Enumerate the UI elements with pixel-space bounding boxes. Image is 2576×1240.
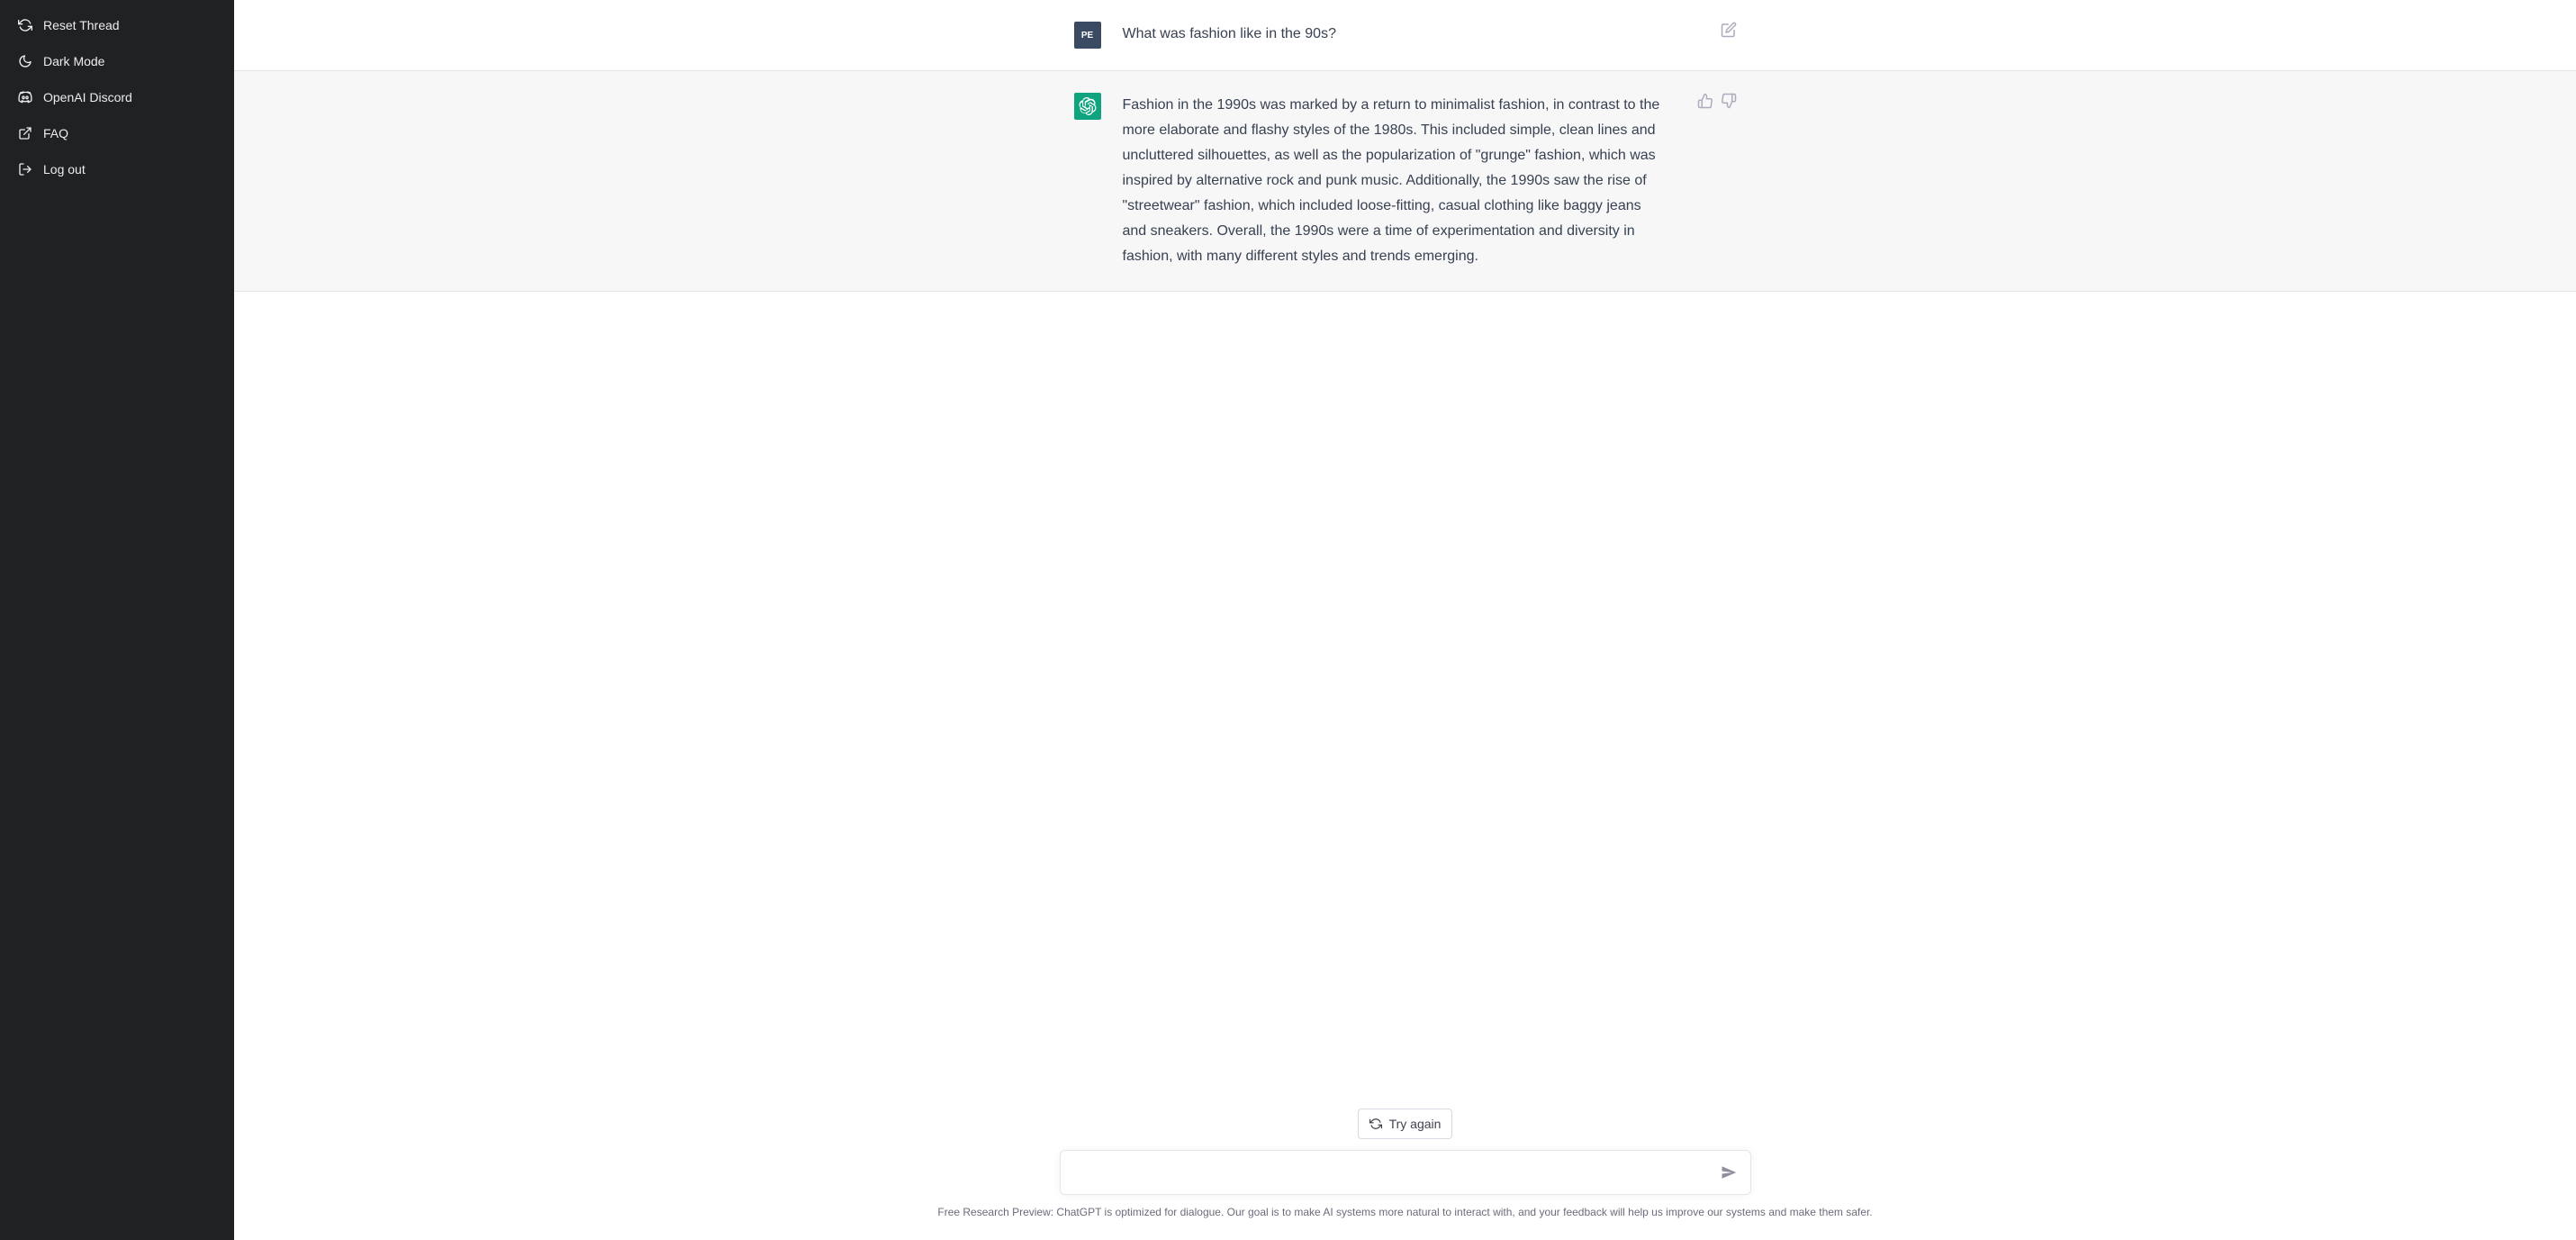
- sidebar-item-label: OpenAI Discord: [43, 90, 132, 104]
- try-again-label: Try again: [1389, 1117, 1442, 1131]
- chat-input[interactable]: [1075, 1162, 1707, 1183]
- send-button[interactable]: [1718, 1162, 1740, 1183]
- thumbs-down-icon[interactable]: [1721, 93, 1737, 109]
- avatar-user: PE: [1074, 22, 1101, 49]
- bottom-controls: Try again Free Research Preview: ChatGPT…: [234, 1109, 2576, 1240]
- discord-icon: [18, 90, 32, 104]
- user-message-text: What was fashion like in the 90s?: [1123, 22, 1692, 49]
- assistant-message-text: Fashion in the 1990s was marked by a ret…: [1123, 93, 1668, 269]
- refresh-icon: [18, 18, 32, 32]
- message-assistant: Fashion in the 1990s was marked by a ret…: [234, 71, 2576, 292]
- sidebar-item-label: Dark Mode: [43, 54, 104, 68]
- moon-icon: [18, 54, 32, 68]
- conversation-scroll[interactable]: PE What was fashion like in the 90s? Fas…: [234, 0, 2576, 1109]
- logout-icon: [18, 162, 32, 176]
- sidebar-item-discord[interactable]: OpenAI Discord: [7, 79, 227, 115]
- sidebar-item-dark-mode[interactable]: Dark Mode: [7, 43, 227, 79]
- sidebar-item-label: FAQ: [43, 126, 68, 140]
- user-message-actions: [1721, 22, 1737, 49]
- sidebar-item-reset-thread[interactable]: Reset Thread: [7, 7, 227, 43]
- chat-input-container: [1060, 1150, 1751, 1195]
- external-link-icon: [18, 126, 32, 140]
- edit-icon[interactable]: [1721, 22, 1737, 38]
- avatar-assistant: [1074, 93, 1101, 120]
- sidebar-item-label: Log out: [43, 162, 86, 176]
- assistant-message-actions: [1697, 93, 1737, 269]
- footer-disclaimer: Free Research Preview: ChatGPT is optimi…: [937, 1206, 1872, 1218]
- message-user: PE What was fashion like in the 90s?: [234, 0, 2576, 71]
- sidebar-item-faq[interactable]: FAQ: [7, 115, 227, 151]
- try-again-button[interactable]: Try again: [1358, 1109, 1453, 1139]
- sidebar: Reset Thread Dark Mode OpenAI Discord FA…: [0, 0, 234, 1240]
- main-area: PE What was fashion like in the 90s? Fas…: [234, 0, 2576, 1240]
- sidebar-item-label: Reset Thread: [43, 18, 120, 32]
- sidebar-item-logout[interactable]: Log out: [7, 151, 227, 187]
- thumbs-up-icon[interactable]: [1697, 93, 1713, 109]
